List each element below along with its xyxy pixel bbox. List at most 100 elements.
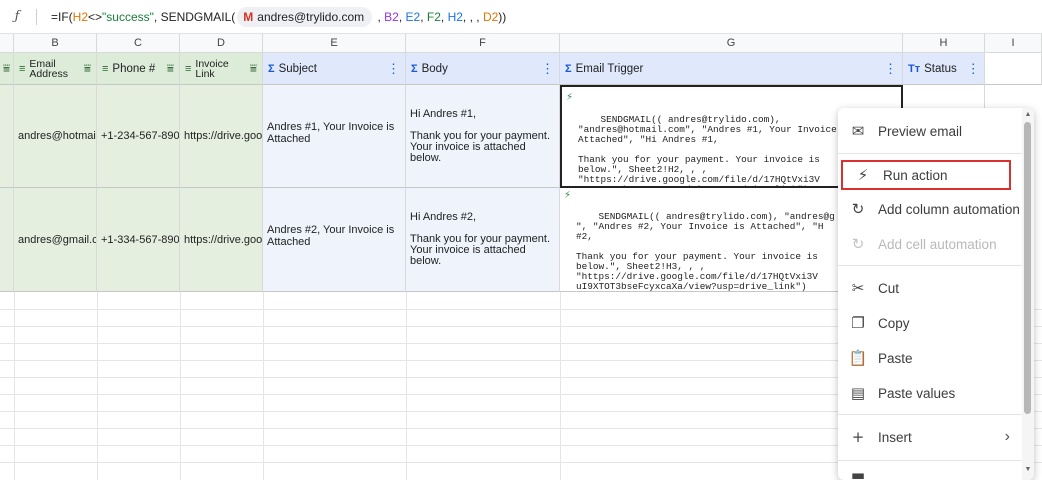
col-letter-f[interactable]: F — [406, 34, 560, 53]
formula-commas: , , , — [462, 9, 483, 24]
menu-item-add-cell-automation[interactable]: ↻ Add cell automation — [838, 227, 1022, 261]
header-phone[interactable]: ≡ Phone # ⩸ — [97, 53, 180, 85]
header-subject[interactable]: Σ Subject ⋮ — [263, 53, 406, 85]
formula-comma: , — [440, 9, 448, 24]
header-invoice-label: Invoice Link — [195, 57, 229, 80]
formula-ref-h2: H2 — [72, 9, 89, 24]
menu-item-label: Run action — [883, 167, 948, 183]
col-letter-g[interactable]: G — [560, 34, 903, 53]
mail-icon: ✉ — [851, 122, 865, 140]
menu-item-label: Preview email — [878, 123, 963, 139]
formula-prefix: =IF( — [51, 9, 73, 24]
col-letter-b[interactable]: B — [14, 34, 97, 53]
scroll-up-arrow[interactable]: ▲ — [1022, 111, 1034, 118]
gmail-icon: M — [243, 9, 254, 24]
row-header[interactable] — [0, 85, 14, 188]
header-body[interactable]: Σ Body ⋮ — [406, 53, 560, 85]
automation-icon: ↻ — [851, 200, 865, 218]
menu-item-label: Add cell automation — [878, 236, 997, 252]
header-empty[interactable] — [985, 53, 1042, 85]
formula-string: "success" — [102, 9, 154, 24]
row-header[interactable] — [0, 188, 14, 292]
filter-icon[interactable]: ⩸ — [250, 61, 257, 76]
col-letter-d[interactable]: D — [180, 34, 263, 53]
text-type-icon: Tт — [908, 62, 921, 75]
col-letter-i[interactable]: I — [985, 34, 1042, 53]
menu-item-delete-partial[interactable]: ▬ — [838, 468, 1022, 480]
header-invoice-link[interactable]: ≡ Invoice Link ⩸ — [180, 53, 263, 85]
copy-icon: ❐ — [851, 314, 865, 332]
row-header-corner — [0, 34, 14, 53]
trash-icon: ▬ — [850, 468, 866, 480]
col-letter-h[interactable]: H — [903, 34, 985, 53]
cell-subject[interactable]: Andres #2, Your Invoice is Attached — [263, 188, 406, 292]
formula-comma: , — [398, 9, 406, 24]
header-status[interactable]: Tт Status ⋮ — [903, 53, 985, 85]
header-phone-label: Phone # — [112, 62, 156, 75]
menu-item-label: Paste — [878, 350, 913, 366]
menu-item-preview-email[interactable]: ✉ Preview email — [838, 114, 1022, 148]
header-trigger-label: Email Trigger — [575, 62, 644, 75]
cell-body[interactable]: Hi Andres #2, Thank you for your payment… — [406, 188, 560, 292]
formula-ref-b2: B2 — [384, 9, 399, 24]
grid-col-line — [406, 292, 407, 480]
menu-item-run-action[interactable]: ⚡ Run action — [841, 160, 1011, 190]
menu-separator — [838, 414, 1022, 415]
plus-icon: + — [851, 428, 865, 446]
formula-bar[interactable]: ƒ =IF( H2 <> "success" , SENDGMAIL( M an… — [0, 0, 1042, 34]
scissors-icon: ✂ — [851, 279, 865, 297]
menu-item-label: Cut — [878, 280, 900, 296]
menu-scrollbar-thumb[interactable] — [1024, 122, 1031, 414]
column-menu-icon[interactable]: ⋮ — [387, 61, 400, 77]
column-menu-icon[interactable]: ⋮ — [541, 61, 554, 77]
menu-item-copy[interactable]: ❐ Copy — [838, 306, 1022, 340]
column-menu-icon[interactable]: ⋮ — [967, 61, 980, 77]
filter-icon[interactable]: ⩸ — [84, 61, 91, 76]
context-menu[interactable]: ✉ Preview email ⚡ Run action ↻ Add colum… — [838, 108, 1034, 480]
formula-divider — [36, 8, 37, 25]
grid-col-line — [560, 292, 561, 480]
menu-item-insert[interactable]: + Insert › — [838, 420, 1022, 454]
menu-item-add-column-automation[interactable]: ↻ Add column automation — [838, 192, 1022, 226]
cell-invoice-link[interactable]: https://drive.goo — [180, 188, 263, 292]
sender-email-chip[interactable]: M andres@trylido.com — [237, 6, 373, 27]
grid-col-line — [180, 292, 181, 480]
grid-col-line — [263, 292, 264, 480]
cell-invoice-link[interactable]: https://drive.goo — [180, 85, 263, 188]
menu-item-cut[interactable]: ✂ Cut — [838, 271, 1022, 305]
cell-email[interactable]: andres@hotmail — [14, 85, 97, 188]
column-a-header[interactable]: ⩸ — [0, 53, 14, 85]
column-menu-icon[interactable]: ⋮ — [884, 61, 897, 77]
function-icon: ƒ — [14, 9, 20, 24]
formula-comma: , — [420, 9, 427, 24]
formula-ref-e2: E2 — [405, 9, 421, 24]
cell-phone[interactable]: +1-334-567-890 — [97, 188, 180, 292]
grid-col-line — [14, 292, 15, 480]
cell-phone[interactable]: +1-234-567-890 — [97, 85, 180, 188]
cell-body[interactable]: Hi Andres #1, Thank you for your payment… — [406, 85, 560, 188]
menu-item-paste-values[interactable]: ▤ Paste values — [838, 376, 1022, 410]
filter-icon[interactable]: ⩸ — [3, 61, 10, 76]
automation-icon: ↻ — [851, 235, 865, 253]
menu-separator — [838, 460, 1022, 461]
header-subject-label: Subject — [278, 62, 317, 75]
header-email-trigger[interactable]: Σ Email Trigger ⋮ — [560, 53, 903, 85]
col-letter-c[interactable]: C — [97, 34, 180, 53]
formula-operator: <> — [88, 9, 103, 24]
header-email-address[interactable]: ≡ Email Address ⩸ — [14, 53, 97, 85]
paste-values-icon: ▤ — [850, 384, 866, 402]
menu-separator — [838, 265, 1022, 266]
menu-item-paste[interactable]: 📋 Paste — [838, 341, 1022, 375]
cell-email[interactable]: andres@gmail.c — [14, 188, 97, 292]
filter-icon[interactable]: ⩸ — [167, 61, 174, 76]
col-letter-e[interactable]: E — [263, 34, 406, 53]
header-email-label: Email Address — [29, 57, 68, 80]
grid-col-line — [97, 292, 98, 480]
automation-bolt-icon: ⚡ — [564, 190, 572, 201]
database-icon: ≡ — [102, 62, 109, 75]
menu-separator — [838, 153, 1022, 154]
sigma-icon: Σ — [565, 62, 572, 75]
cell-subject[interactable]: Andres #1, Your Invoice is Attached — [263, 85, 406, 188]
scroll-down-arrow[interactable]: ▼ — [1022, 466, 1034, 473]
formula-ref-h2b: H2 — [447, 9, 463, 24]
